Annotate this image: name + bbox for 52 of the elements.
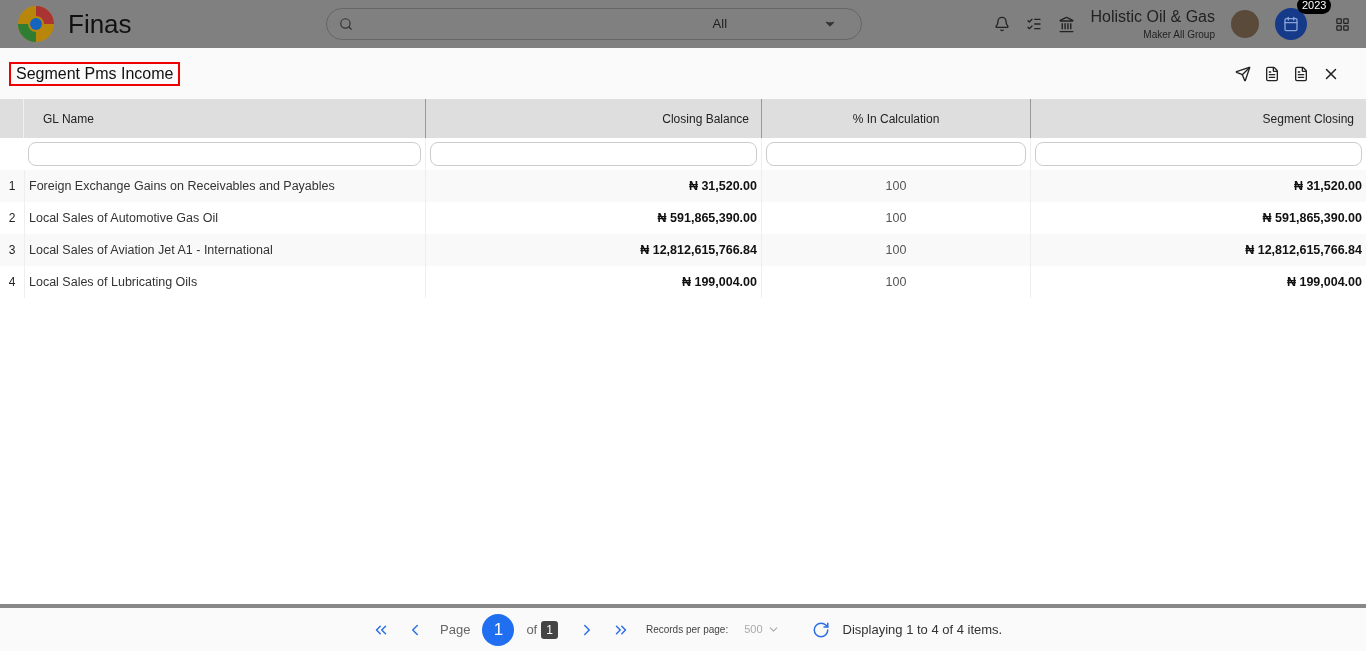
row-number: 2 (7, 210, 17, 227)
of-label: of (526, 620, 538, 639)
table-cell-text: Local Sales of Aviation Jet A1 - International (29, 241, 273, 259)
table-cell-text: ₦ 591,865,390.00 (1262, 209, 1362, 227)
table-cell-text: Local Sales of Lubricating Oils (29, 273, 198, 291)
table-cell-text: Local Sales of Automotive Gas Oil (29, 209, 218, 227)
search-icon (338, 17, 353, 31)
filter-input[interactable] (1035, 142, 1362, 166)
company-group: Maker All Group (1143, 26, 1215, 42)
records-label: Records per page: (645, 623, 729, 637)
column-header[interactable]: GL Name (36, 109, 413, 128)
table-cell-text: ₦ 31,520.00 (688, 177, 757, 195)
page-label: Page (440, 620, 471, 639)
app-name: Finas (68, 7, 132, 41)
column-header[interactable]: Segment Closing (1043, 109, 1354, 128)
calendar-icon (1283, 16, 1299, 32)
user-avatar[interactable] (1231, 10, 1259, 38)
table-cell-text: ₦ 12,812,615,766.84 (1245, 241, 1362, 259)
column-header[interactable]: % In Calculation (774, 109, 1018, 128)
filter-input[interactable] (28, 142, 421, 166)
filter-input[interactable] (430, 142, 757, 166)
current-page[interactable]: 1 (482, 613, 515, 646)
notification-bell-icon[interactable] (993, 16, 1010, 32)
table-cell-text: 100 (885, 209, 907, 227)
refresh-icon[interactable] (811, 620, 830, 639)
table-cell-text: 100 (885, 177, 907, 195)
table-cell-text: ₦ 199,004.00 (1286, 273, 1362, 291)
checklist-icon[interactable] (1025, 16, 1042, 32)
table-cell-text: ₦ 591,865,390.00 (657, 209, 757, 227)
logo-icon (16, 4, 56, 44)
row-number: 3 (7, 242, 17, 259)
row-number: 4 (7, 274, 17, 291)
filter-input[interactable] (766, 142, 1026, 166)
total-pages: 1 (541, 620, 558, 639)
row-number: 1 (7, 178, 17, 195)
calendar-year-button[interactable] (1275, 8, 1307, 40)
search-scope: All (712, 15, 728, 34)
search-field[interactable]: All (325, 8, 862, 40)
display-status: Displaying 1 to 4 of 4 items. (842, 620, 1003, 639)
panel-title: Segment Pms Income (9, 61, 181, 86)
grid-menu-icon[interactable] (1335, 16, 1350, 32)
column-header[interactable]: Closing Balance (438, 109, 749, 128)
bank-building-icon[interactable] (1057, 15, 1075, 33)
table-cell-text: ₦ 199,004.00 (681, 273, 757, 291)
table-cell-text: Foreign Exchange Gains on Receivables and Payables (29, 177, 335, 195)
year-badge: 2023 (1297, 0, 1332, 14)
table-cell-text: 100 (885, 241, 907, 259)
send-icon[interactable] (1235, 65, 1251, 82)
table-cell-text: 100 (885, 273, 907, 291)
table-cell-text: ₦ 31,520.00 (1293, 177, 1362, 195)
table-cell-text: ₦ 12,812,615,766.84 (640, 241, 757, 259)
company-name: Holistic Oil & Gas (1090, 6, 1215, 27)
